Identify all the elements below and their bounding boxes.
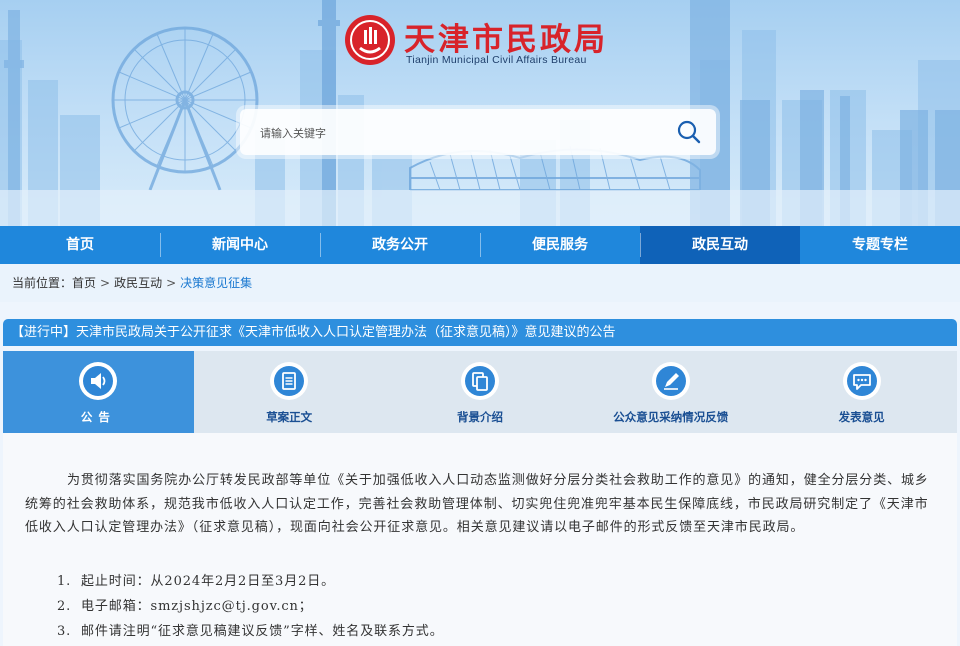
nav-item-home[interactable]: 首页 [0, 226, 160, 264]
nav-item-interaction[interactable]: 政民互动 [640, 226, 800, 264]
breadcrumb-current[interactable]: 决策意见征集 [180, 264, 252, 302]
site-title-cn: 天津市民政局 [404, 22, 608, 58]
list-text: 邮件请注明“征求意见稿建议反馈”字样、姓名及联系方式。 [81, 624, 444, 639]
search-icon[interactable] [676, 119, 702, 145]
notice-content: 为贯彻落实国务院办公厅转发民政部等单位《关于加强低收入人口动态监测做好分层分类社… [3, 433, 957, 646]
tab-label: 草案正文 [266, 410, 313, 424]
breadcrumb-home[interactable]: 首页 [72, 264, 96, 302]
tab-label: 发表意见 [838, 410, 885, 424]
nav-item-government-affairs[interactable]: 政务公开 [320, 226, 480, 264]
chat-icon [842, 362, 881, 400]
tab-feedback-adoption[interactable]: 公众意见采纳情况反馈 [575, 351, 766, 433]
list-item: 1. 起止时间：从2024年2月2日至3月2日。 [57, 570, 335, 589]
tab-label: 背景介绍 [456, 410, 503, 424]
copy-icon [460, 362, 499, 400]
tab-label: 公众意见采纳情况反馈 [613, 410, 729, 424]
speaker-icon [79, 362, 118, 400]
notice-tabs: 公告 草案正文 背景介绍 公众意见采纳情况反馈 发表意见 [3, 351, 957, 433]
list-number: 1. [57, 574, 72, 589]
breadcrumb-interaction[interactable]: 政民互动 [114, 264, 162, 302]
nav-item-services[interactable]: 便民服务 [480, 226, 640, 264]
tab-announcement[interactable]: 公告 [3, 351, 194, 433]
bureau-emblem-icon [345, 15, 395, 65]
tab-submit-opinion[interactable]: 发表意见 [766, 351, 957, 433]
tab-background[interactable]: 背景介绍 [385, 351, 576, 433]
search-bar [240, 109, 716, 155]
nav-item-topics[interactable]: 专题专栏 [800, 226, 960, 264]
search-input[interactable] [258, 122, 642, 144]
breadcrumb-prefix: 当前位置： [12, 276, 73, 290]
site-title-en: Tianjin Municipal Civil Affairs Bureau [406, 54, 587, 66]
list-text: 起止时间：从2024年2月2日至3月2日。 [81, 574, 336, 589]
tab-label: 公告 [80, 410, 116, 424]
tab-draft-text[interactable]: 草案正文 [194, 351, 385, 433]
breadcrumb-separator: > [100, 276, 111, 290]
document-icon [270, 362, 309, 400]
pen-icon [651, 362, 690, 400]
notice-title: 【进行中】天津市民政局关于公开征求《天津市低收入人口认定管理办法（征求意见稿）》… [3, 319, 957, 346]
list-item: 2. 电子邮箱：smzjshjzc@tj.gov.cn； [57, 595, 313, 614]
list-item: 3. 邮件请注明“征求意见稿建议反馈”字样、姓名及联系方式。 [57, 620, 444, 639]
notice-paragraph: 为贯彻落实国务院办公厅转发民政部等单位《关于加强低收入人口动态监测做好分层分类社… [25, 473, 929, 535]
list-number: 2. [57, 599, 72, 614]
nav-item-news[interactable]: 新闻中心 [160, 226, 320, 264]
site-header: 天津市民政局 Tianjin Municipal Civil Affairs B… [0, 0, 960, 226]
main-nav: 首页 新闻中心 政务公开 便民服务 政民互动 专题专栏 [0, 226, 960, 264]
list-number: 3. [57, 624, 72, 639]
list-text: 电子邮箱：smzjshjzc@tj.gov.cn； [81, 599, 313, 614]
breadcrumb: 当前位置：首页 > 政民互动 > 决策意见征集 [0, 264, 960, 302]
breadcrumb-separator: > [166, 276, 177, 290]
